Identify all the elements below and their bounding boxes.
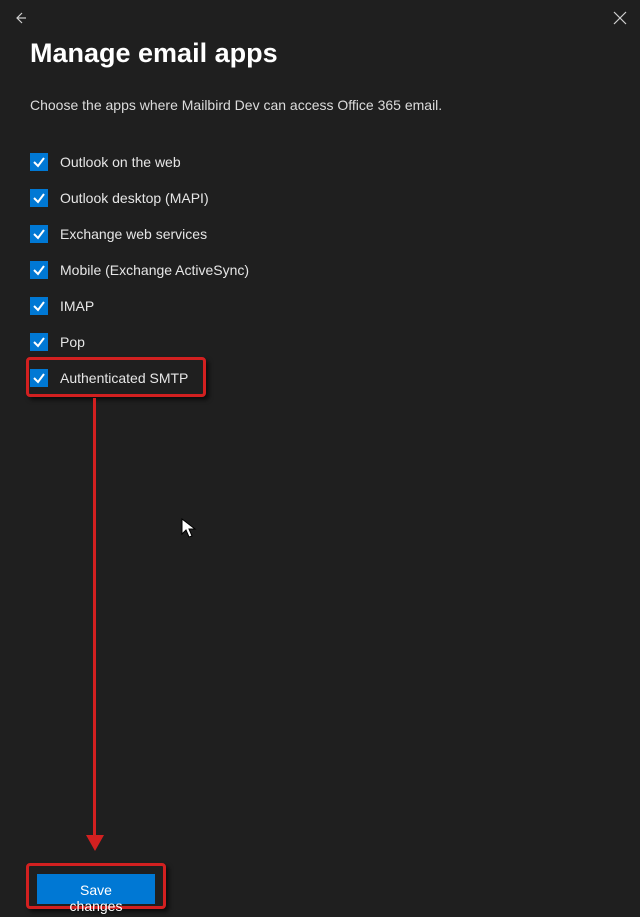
page-title: Manage email apps [30,38,610,69]
option-label: Authenticated SMTP [60,370,188,386]
back-button[interactable] [10,8,30,28]
checkbox-pop[interactable] [30,333,48,351]
save-changes-button[interactable]: Save changes [37,874,155,904]
email-apps-list: Outlook on the web Outlook desktop (MAPI… [30,153,610,387]
option-imap: IMAP [30,297,610,315]
annotation-arrow-line [93,398,96,840]
option-pop: Pop [30,333,610,351]
option-label: Outlook desktop (MAPI) [60,190,209,206]
option-label: IMAP [60,298,94,314]
checkmark-icon [32,335,46,349]
checkbox-mobile-activesync[interactable] [30,261,48,279]
option-exchange-web: Exchange web services [30,225,610,243]
checkmark-icon [32,371,46,385]
checkbox-outlook-web[interactable] [30,153,48,171]
page-description: Choose the apps where Mailbird Dev can a… [30,97,610,113]
close-icon [613,11,627,25]
annotation-arrow-head [86,835,104,851]
checkbox-outlook-desktop[interactable] [30,189,48,207]
option-label: Pop [60,334,85,350]
checkmark-icon [32,191,46,205]
close-button[interactable] [610,8,630,28]
option-outlook-web: Outlook on the web [30,153,610,171]
mouse-cursor-icon [181,518,197,540]
option-label: Outlook on the web [60,154,181,170]
checkbox-imap[interactable] [30,297,48,315]
checkmark-icon [32,155,46,169]
checkmark-icon [32,299,46,313]
option-label: Exchange web services [60,226,207,242]
option-outlook-desktop: Outlook desktop (MAPI) [30,189,610,207]
checkmark-icon [32,263,46,277]
checkbox-authenticated-smtp[interactable] [30,369,48,387]
arrow-left-icon [12,10,28,26]
option-mobile-activesync: Mobile (Exchange ActiveSync) [30,261,610,279]
checkmark-icon [32,227,46,241]
option-authenticated-smtp: Authenticated SMTP [30,369,610,387]
checkbox-exchange-web[interactable] [30,225,48,243]
option-label: Mobile (Exchange ActiveSync) [60,262,249,278]
